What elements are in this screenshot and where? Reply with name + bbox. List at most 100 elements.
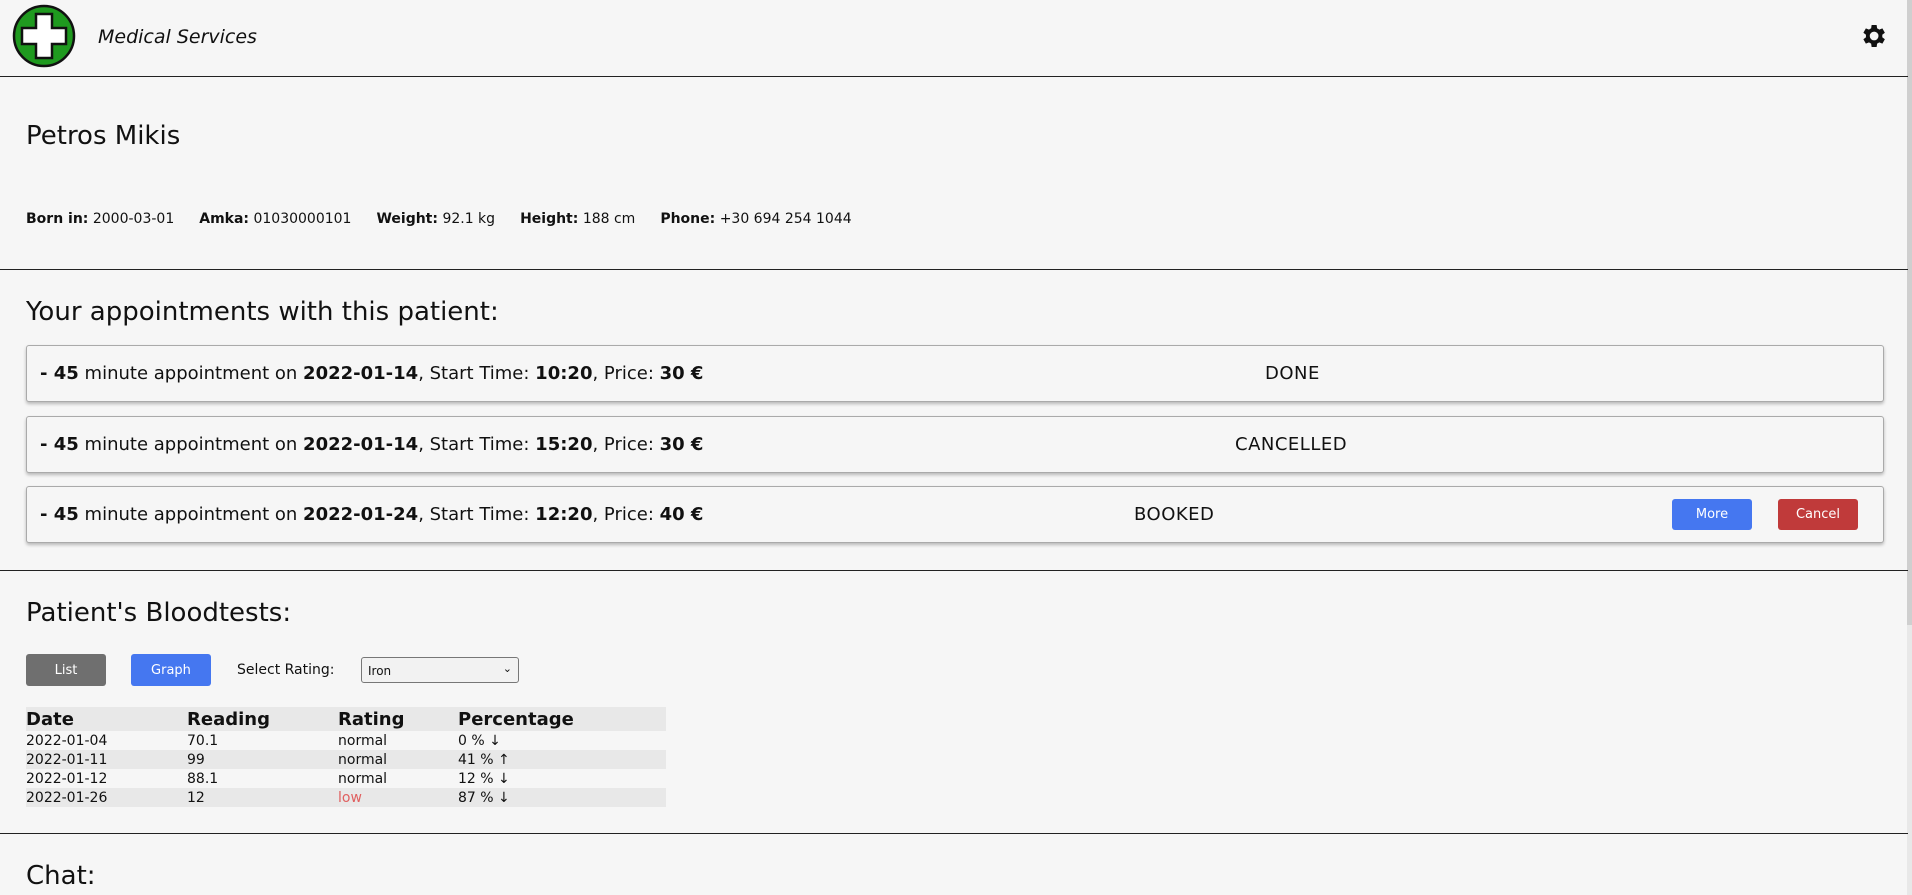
appointment-start-text: , Start Time:: [418, 504, 536, 525]
percentage-value: 41 %: [458, 751, 494, 768]
rating-select[interactable]: Iron ⌄: [361, 657, 519, 683]
appointments-section: Your appointments with this patient: - 4…: [0, 270, 1908, 571]
arrow-up-icon: ↑: [498, 751, 510, 768]
appointment-minute-text: minute appointment on: [78, 363, 304, 384]
amka-label: Amka:: [199, 211, 250, 227]
bloodtests-table: Date Reading Rating Percentage 2022-01-0…: [26, 707, 666, 807]
appointment-prefix: -: [40, 363, 54, 384]
app-title: Medical Services: [98, 26, 257, 48]
appointment-duration: 45: [53, 504, 79, 525]
patient-section: Petros Mikis Born in: 2000-03-01 Amka: 0…: [0, 77, 1908, 270]
cell-date: 2022-01-11: [26, 750, 187, 769]
cell-rating: low: [338, 788, 458, 807]
cell-date: 2022-01-12: [26, 770, 108, 787]
table-row: 2022-01-12 88.1 normal 12 % ↓: [26, 769, 666, 788]
cancel-button[interactable]: Cancel: [1778, 499, 1858, 530]
height-label: Height:: [520, 211, 579, 227]
born-info: Born in: 2000-03-01: [26, 211, 174, 227]
cell-percentage: 0 % ↓: [458, 731, 666, 750]
bloodtests-section: Patient's Bloodtests: List Graph Select …: [0, 571, 1908, 834]
table-row: 2022-01-04 70.1 normal 0 % ↓: [26, 731, 666, 750]
cell-rating: normal: [338, 750, 458, 769]
green-cross-logo: [12, 4, 76, 68]
column-header-date: Date: [26, 707, 187, 731]
weight-value: 92.1 kg: [442, 211, 496, 227]
percentage-value: 87 %: [458, 789, 494, 806]
top-bar: Medical Services: [0, 0, 1908, 77]
appointment-price: 40 €: [659, 504, 704, 525]
born-value: 2000-03-01: [92, 211, 175, 227]
cell-reading: 88.1: [187, 770, 219, 787]
cell-date: 2022-01-26: [26, 788, 187, 807]
appointment-minute-text: minute appointment on: [78, 434, 304, 455]
appointments-title: Your appointments with this patient:: [26, 297, 499, 327]
appointment-price-text: , Price:: [592, 434, 660, 455]
gear-icon[interactable]: [1858, 21, 1888, 51]
appointment-time: 12:20: [535, 504, 593, 525]
cell-percentage: 87 % ↓: [458, 788, 666, 807]
cell-percentage: 41 % ↑: [458, 750, 666, 769]
table-row: 2022-01-26 12 low 87 % ↓: [26, 788, 666, 807]
appointment-duration: 45: [53, 434, 79, 455]
appointment-prefix: -: [40, 504, 54, 525]
percentage-value: 12 %: [458, 770, 494, 787]
appointment-status: CANCELLED: [1235, 434, 1348, 455]
cell-reading: 12: [187, 788, 338, 807]
appointment-description: - 45 minute appointment on 2022-01-24, S…: [40, 504, 703, 525]
patient-info-row: Born in: 2000-03-01 Amka: 01030000101 We…: [26, 211, 852, 227]
cell-rating: normal: [338, 732, 388, 749]
cell-rating: normal: [338, 770, 388, 787]
appointment-minute-text: minute appointment on: [78, 504, 304, 525]
born-label: Born in:: [26, 211, 89, 227]
phone-value: +30 694 254 1044: [719, 211, 852, 227]
appointment-date: 2022-01-24: [303, 504, 419, 525]
more-button[interactable]: More: [1672, 499, 1752, 530]
bloodtests-title: Patient's Bloodtests:: [26, 598, 292, 628]
percentage-value: 0 %: [458, 732, 485, 749]
amka-info: Amka: 01030000101: [199, 211, 351, 227]
weight-info: Weight: 92.1 kg: [376, 211, 495, 227]
weight-label: Weight:: [376, 211, 438, 227]
cell-percentage: 12 % ↓: [458, 769, 666, 788]
height-info: Height: 188 cm: [520, 211, 635, 227]
appointment-price: 30 €: [659, 363, 704, 384]
appointment-date: 2022-01-14: [303, 434, 419, 455]
chevron-down-icon: ⌄: [502, 662, 512, 675]
appointment-time: 15:20: [535, 434, 593, 455]
table-header-row: Date Reading Rating Percentage: [26, 707, 666, 731]
phone-label: Phone:: [660, 211, 716, 227]
arrow-down-icon: ↓: [489, 732, 501, 749]
table-row: 2022-01-11 99 normal 41 % ↑: [26, 750, 666, 769]
appointment-date: 2022-01-14: [303, 363, 419, 384]
appointment-price-text: , Price:: [592, 504, 660, 525]
appointment-card: - 45 minute appointment on 2022-01-14, S…: [26, 345, 1884, 402]
rating-select-value: Iron: [368, 664, 392, 678]
appointment-start-text: , Start Time:: [418, 434, 536, 455]
chat-section: Chat:: [0, 834, 1908, 895]
patient-name: Petros Mikis: [26, 121, 181, 151]
appointment-description: - 45 minute appointment on 2022-01-14, S…: [40, 363, 703, 384]
cell-reading: 99: [187, 750, 338, 769]
phone-info: Phone: +30 694 254 1044: [660, 211, 851, 227]
column-header-percentage: Percentage: [458, 707, 666, 731]
appointment-card: - 45 minute appointment on 2022-01-24, S…: [26, 486, 1884, 543]
cell-date: 2022-01-04: [26, 732, 108, 749]
graph-button[interactable]: Graph: [131, 654, 211, 686]
appointment-duration: 45: [53, 363, 79, 384]
list-button[interactable]: List: [26, 654, 106, 686]
appointment-card: - 45 minute appointment on 2022-01-14, S…: [26, 416, 1884, 473]
height-value: 188 cm: [582, 211, 636, 227]
column-header-reading: Reading: [187, 707, 338, 731]
appointment-status: DONE: [1265, 363, 1320, 384]
cell-reading: 70.1: [187, 732, 219, 749]
select-rating-label: Select Rating:: [237, 662, 335, 678]
appointment-price-text: , Price:: [592, 363, 660, 384]
arrow-down-icon: ↓: [498, 770, 510, 787]
chat-title: Chat:: [26, 861, 96, 891]
amka-value: 01030000101: [253, 211, 352, 227]
appointment-prefix: -: [40, 434, 54, 455]
appointment-start-text: , Start Time:: [418, 363, 536, 384]
column-header-rating: Rating: [338, 707, 458, 731]
arrow-down-icon: ↓: [498, 789, 510, 806]
appointment-time: 10:20: [535, 363, 593, 384]
